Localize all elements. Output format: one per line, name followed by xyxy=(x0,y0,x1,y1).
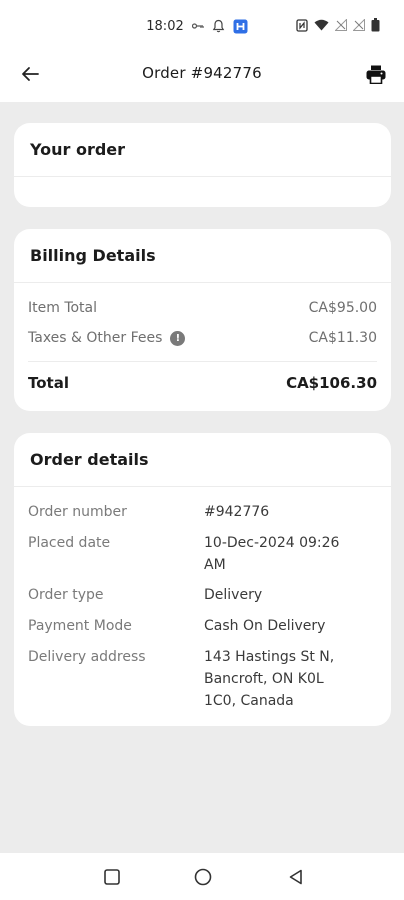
detail-row-delivery-address: Delivery address 143 Hastings St N, Banc… xyxy=(14,646,391,712)
detail-row-placed-date: Placed date 10-Dec-2024 09:26 AM xyxy=(14,532,391,576)
detail-value: #942776 xyxy=(204,504,270,520)
nfc-icon xyxy=(296,18,308,32)
recents-button[interactable] xyxy=(102,867,122,887)
arrow-left-icon xyxy=(22,67,39,81)
battery-icon xyxy=(371,18,380,32)
taxes-value: CA$11.30 xyxy=(308,330,377,346)
billing-details-card: Billing Details Item Total CA$95.00 Taxe… xyxy=(14,229,391,411)
bell-icon xyxy=(212,19,225,33)
circle-icon xyxy=(194,868,212,886)
app-h-icon xyxy=(233,19,248,34)
key-icon xyxy=(191,22,204,30)
info-icon[interactable]: ! xyxy=(170,330,186,346)
triangle-back-icon xyxy=(289,869,302,885)
item-total-value: CA$95.00 xyxy=(308,300,377,316)
billing-divider xyxy=(28,361,377,362)
detail-value: 143 Hastings St N, Bancroft, ON K0L 1C0,… xyxy=(204,649,335,709)
taxes-label-group: Taxes & Other Fees! xyxy=(28,330,186,346)
status-center: 18:02 xyxy=(146,18,248,34)
taxes-label: Taxes & Other Fees xyxy=(28,330,163,346)
status-time: 18:02 xyxy=(146,18,184,34)
detail-row-order-number: Order number #942776 xyxy=(14,501,391,523)
detail-row-order-type: Order type Delivery xyxy=(14,584,391,606)
home-button[interactable] xyxy=(193,867,213,887)
signal-icon xyxy=(335,19,347,31)
detail-label: Order type xyxy=(28,587,104,603)
billing-details-title: Billing Details xyxy=(14,229,391,283)
detail-row-payment-mode: Payment Mode Cash On Delivery xyxy=(14,615,391,637)
item-total-row: Item Total CA$95.00 xyxy=(14,297,391,319)
your-order-title: Your order xyxy=(14,123,391,177)
total-label: Total xyxy=(28,374,69,392)
status-right-icons xyxy=(296,18,380,32)
app-bar: Order #942776 xyxy=(0,44,404,102)
your-order-card: Your order xyxy=(14,123,391,207)
order-details-title: Order details xyxy=(14,433,391,487)
taxes-row: Taxes & Other Fees! CA$11.30 xyxy=(14,327,391,349)
item-total-label: Item Total xyxy=(28,300,98,316)
detail-value: 10-Dec-2024 09:26 AM xyxy=(204,535,340,573)
wifi-icon xyxy=(314,19,329,31)
detail-value: Delivery xyxy=(204,587,263,603)
back-button[interactable] xyxy=(16,60,44,88)
detail-label: Order number xyxy=(28,504,127,520)
system-back-button[interactable] xyxy=(286,867,306,887)
system-nav-bar xyxy=(0,853,404,900)
detail-label: Delivery address xyxy=(28,649,146,665)
total-value: CA$106.30 xyxy=(286,374,377,392)
order-details-card: Order details Order number #942776 Place… xyxy=(14,433,391,726)
total-row: Total CA$106.30 xyxy=(14,372,391,394)
printer-icon xyxy=(366,65,386,84)
detail-label: Payment Mode xyxy=(28,618,132,634)
page-title: Order #942776 xyxy=(142,64,262,82)
signal-icon xyxy=(353,19,365,31)
detail-value: Cash On Delivery xyxy=(204,618,326,634)
square-icon xyxy=(104,869,120,885)
detail-label: Placed date xyxy=(28,535,111,551)
print-button[interactable] xyxy=(362,60,390,88)
